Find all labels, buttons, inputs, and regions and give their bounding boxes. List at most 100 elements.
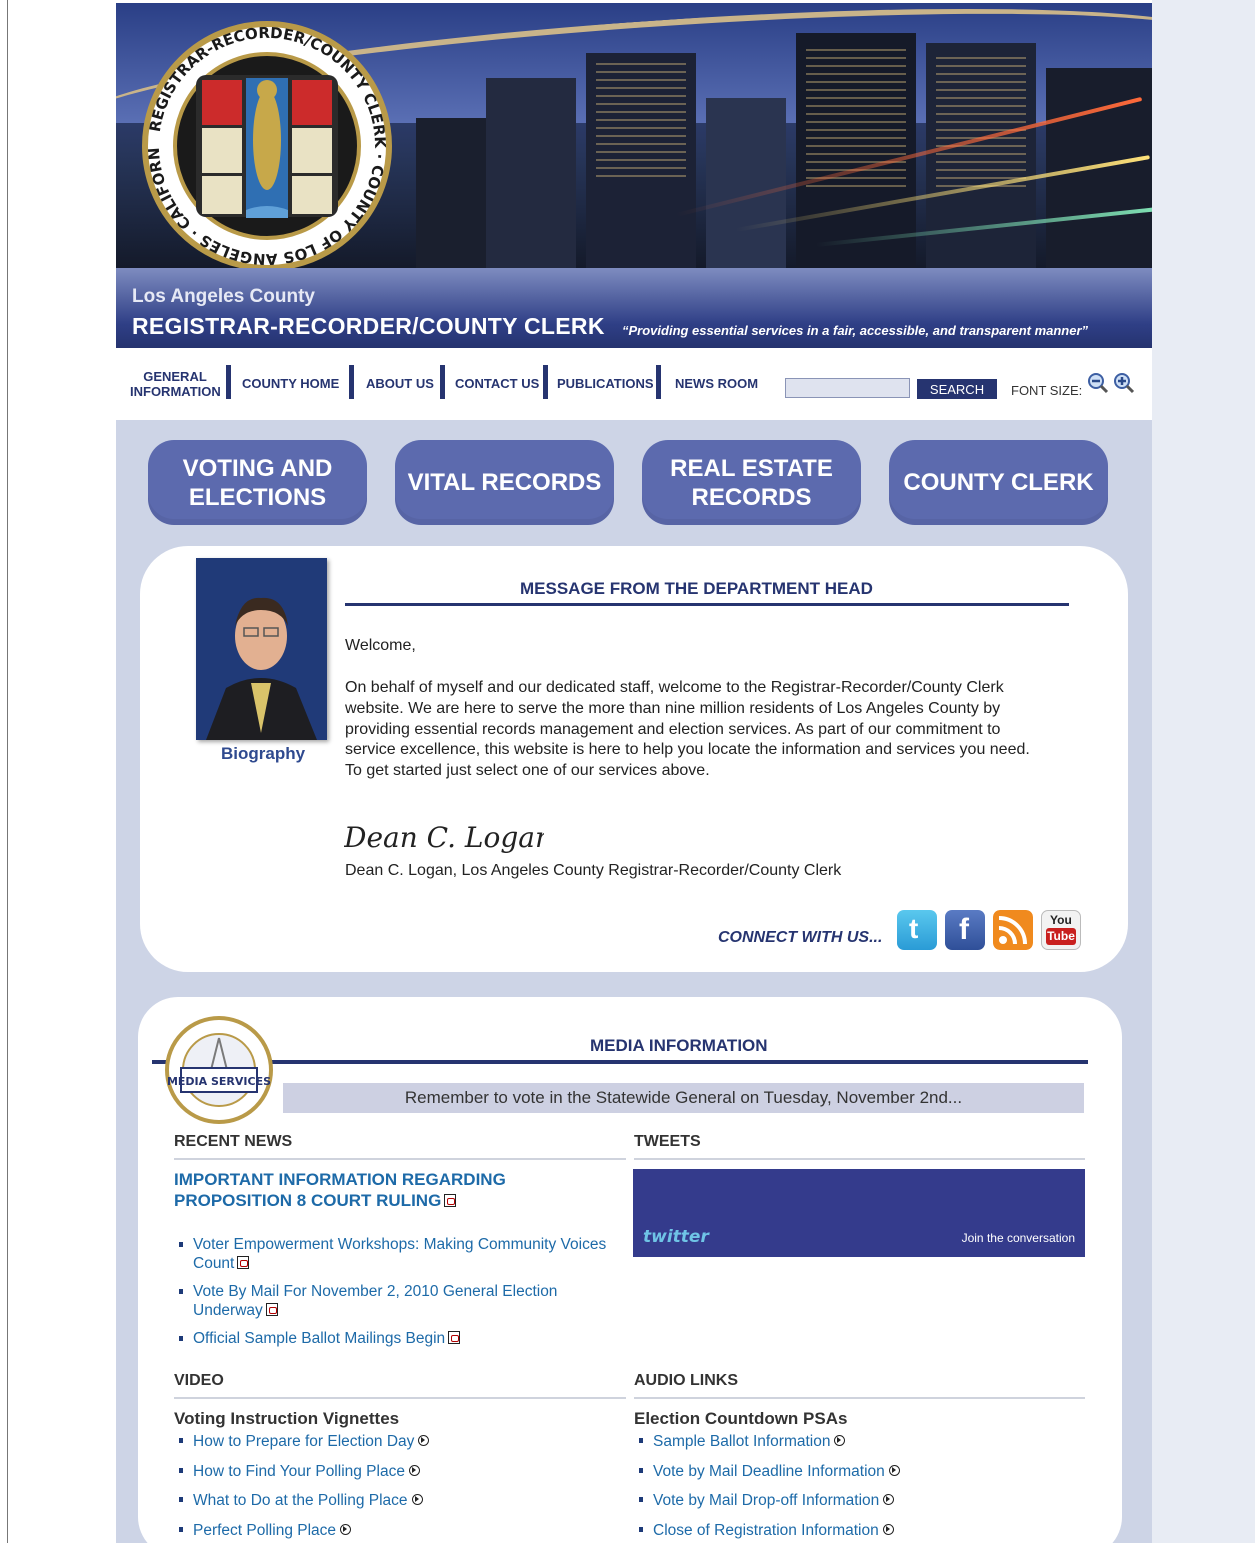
real-estate-records-button[interactable]: REAL ESTATE RECORDS <box>642 440 861 525</box>
youtube-icon[interactable]: You Tube <box>1041 910 1081 950</box>
signer-name: Dean C. Logan, Los Angeles County Regist… <box>345 862 842 879</box>
audio-link-label: Vote by Mail Deadline Information <box>653 1462 885 1480</box>
tagline: “Providing essential services in a fair,… <box>622 323 1089 338</box>
pdf-icon <box>265 1302 278 1316</box>
video-link-label: Perfect Polling Place <box>193 1521 337 1539</box>
pdf-icon <box>448 1331 461 1344</box>
media-services-seal: MEDIA SERVICES <box>165 1016 273 1124</box>
audio-link[interactable]: Close of Registration Information <box>634 1521 1074 1540</box>
nav-about-us[interactable]: ABOUT US <box>366 376 434 391</box>
news-item-label: Vote By Mail For November 2, 2010 Genera… <box>193 1283 558 1319</box>
section-divider <box>634 1158 1085 1160</box>
play-icon <box>340 1523 352 1535</box>
audio-link[interactable]: Sample Ballot Information <box>634 1432 1074 1451</box>
nav-separator <box>656 365 661 399</box>
nav-separator <box>226 365 231 399</box>
pdf-icon <box>444 1194 457 1207</box>
message-greeting: Welcome, <box>345 637 416 654</box>
nav-separator <box>543 365 548 399</box>
message-heading: MESSAGE FROM THE DEPARTMENT HEAD <box>520 579 873 598</box>
svg-text:MEDIA SERVICES: MEDIA SERVICES <box>167 1075 271 1088</box>
twitter-join-link[interactable]: Join the conversation <box>962 1231 1075 1245</box>
twitter-logo: twitter <box>643 1227 709 1247</box>
news-item[interactable]: Official Sample Ballot Mailings Begin <box>174 1330 624 1349</box>
audio-subheading: Election Countdown PSAs <box>634 1409 848 1428</box>
play-icon <box>411 1494 423 1505</box>
media-divider <box>152 1060 1088 1064</box>
right-margin <box>1152 0 1255 1543</box>
page-edge-line <box>7 0 8 1543</box>
search-input[interactable] <box>785 378 910 398</box>
title-bar: Los Angeles County REGISTRAR-RECORDER/CO… <box>116 268 1152 348</box>
audio-link[interactable]: Vote by Mail Deadline Information <box>634 1462 1074 1481</box>
page-container: REGISTRAR-RECORDER/COUNTY CLERK · COUNTY… <box>116 3 1152 1543</box>
news-item-label: Official Sample Ballot Mailings Begin <box>193 1330 446 1347</box>
play-icon <box>408 1464 420 1476</box>
media-heading: MEDIA INFORMATION <box>590 1036 768 1055</box>
nav-news-room[interactable]: NEWS ROOM <box>675 376 758 391</box>
video-link[interactable]: What to Do at the Polling Place <box>174 1491 614 1510</box>
twitter-widget[interactable]: twitter Join the conversation <box>633 1169 1085 1257</box>
top-nav: GENERAL INFORMATION COUNTY HOME ABOUT US… <box>116 348 1152 420</box>
font-size-label: FONT SIZE: <box>1011 383 1083 398</box>
audio-link[interactable]: Vote by Mail Drop-off Information <box>634 1491 1074 1510</box>
pdf-icon <box>237 1255 250 1269</box>
play-icon <box>882 1523 894 1535</box>
video-link-label: How to Find Your Polling Place <box>193 1462 405 1480</box>
play-icon <box>834 1435 846 1446</box>
county-clerk-button[interactable]: COUNTY CLERK <box>889 440 1108 525</box>
vital-records-button[interactable]: VITAL RECORDS <box>395 440 614 525</box>
recent-news-list: Voter Empowerment Workshops: Making Comm… <box>174 1236 624 1359</box>
message-divider <box>345 603 1069 606</box>
section-divider <box>634 1397 1085 1399</box>
audio-links-heading: AUDIO LINKS <box>634 1372 738 1389</box>
news-ticker: Remember to vote in the Statewide Genera… <box>283 1083 1084 1113</box>
news-item[interactable]: Vote By Mail For November 2, 2010 Genera… <box>174 1283 624 1320</box>
news-item[interactable]: Voter Empowerment Workshops: Making Comm… <box>174 1236 624 1273</box>
audio-list: Sample Ballot Information Vote by Mail D… <box>634 1432 1074 1543</box>
department-title: REGISTRAR-RECORDER/COUNTY CLERK <box>132 313 605 339</box>
nav-separator <box>440 365 445 399</box>
video-link[interactable]: Perfect Polling Place <box>174 1521 614 1540</box>
video-link[interactable]: How to Find Your Polling Place <box>174 1462 614 1481</box>
biography-link[interactable]: Biography <box>221 744 305 764</box>
zoom-out-icon[interactable] <box>1087 372 1109 394</box>
section-divider <box>174 1397 626 1399</box>
nav-contact-us[interactable]: CONTACT US <box>455 376 539 391</box>
headline-link[interactable]: IMPORTANT INFORMATION REGARDING PROPOSIT… <box>174 1169 574 1211</box>
department-head-photo <box>196 558 327 740</box>
nav-county-home[interactable]: COUNTY HOME <box>242 376 339 391</box>
video-subheading: Voting Instruction Vignettes <box>174 1409 400 1428</box>
county-seal-logo: REGISTRAR-RECORDER/COUNTY CLERK · COUNTY… <box>136 20 392 268</box>
audio-link-label: Sample Ballot Information <box>653 1433 831 1450</box>
nav-separator <box>349 365 354 399</box>
facebook-icon[interactable]: f <box>945 910 985 950</box>
video-link-label: How to Prepare for Election Day <box>193 1433 415 1450</box>
county-name: Los Angeles County <box>132 286 315 307</box>
video-link-label: What to Do at the Polling Place <box>193 1492 408 1509</box>
svg-text:Dean C. Logan: Dean C. Logan <box>344 821 544 854</box>
nav-publications[interactable]: PUBLICATIONS <box>557 376 654 391</box>
play-icon <box>888 1464 900 1476</box>
news-item-label: Voter Empowerment Workshops: Making Comm… <box>193 1236 607 1272</box>
rss-icon[interactable] <box>993 910 1033 950</box>
message-body: On behalf of myself and our dedicated st… <box>345 679 1030 780</box>
nav-general-information[interactable]: GENERAL INFORMATION <box>130 369 221 399</box>
signature-image: Dean C. Logan <box>344 821 544 854</box>
video-list: How to Prepare for Election Day How to F… <box>174 1432 614 1543</box>
voting-and-elections-button[interactable]: VOTING AND ELECTIONS <box>148 440 367 525</box>
header-banner: REGISTRAR-RECORDER/COUNTY CLERK · COUNTY… <box>116 3 1152 268</box>
recent-news-heading: RECENT NEWS <box>174 1133 293 1150</box>
play-icon <box>418 1435 430 1446</box>
connect-with-us-label: CONNECT WITH US... <box>718 929 883 946</box>
play-icon <box>883 1494 895 1505</box>
search-button[interactable]: SEARCH <box>917 379 997 399</box>
video-link[interactable]: How to Prepare for Election Day <box>174 1432 614 1451</box>
audio-link-label: Close of Registration Information <box>653 1521 879 1539</box>
section-divider <box>174 1158 626 1160</box>
zoom-in-icon[interactable] <box>1113 372 1135 394</box>
tweets-heading: TWEETS <box>634 1133 701 1150</box>
audio-link-label: Vote by Mail Drop-off Information <box>653 1492 880 1509</box>
video-heading: VIDEO <box>174 1372 224 1389</box>
twitter-icon[interactable]: t <box>897 910 937 950</box>
